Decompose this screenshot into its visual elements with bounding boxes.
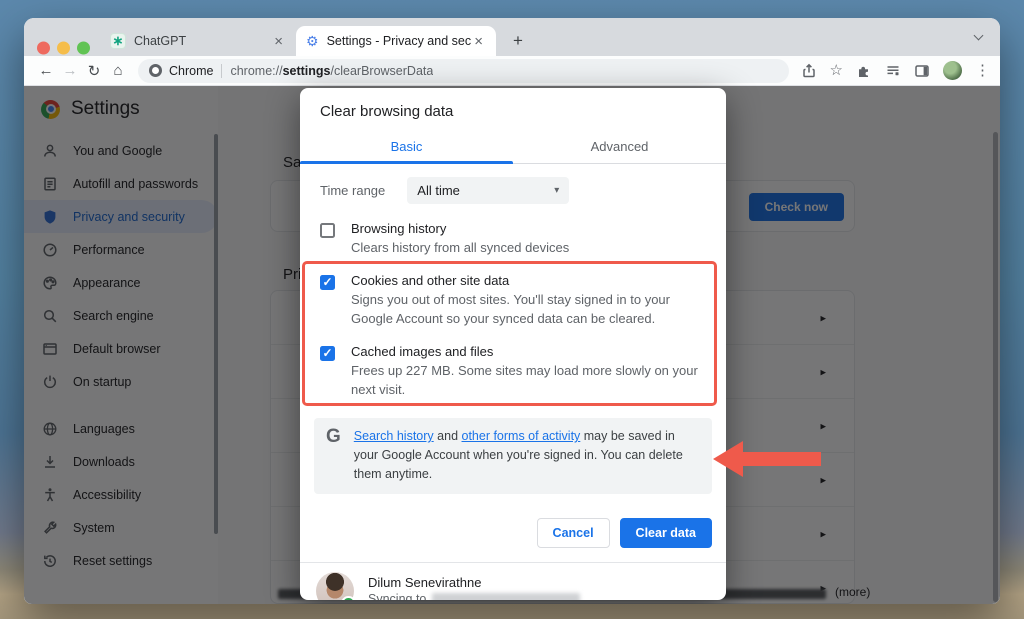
minimize-window-button[interactable]: [57, 42, 70, 55]
bookmark-star-icon[interactable]: ☆: [830, 63, 843, 78]
browser-toolbar: ← → ↻ ⌂ Chrome chrome://settings/clearBr…: [24, 56, 1000, 86]
close-icon[interactable]: ×: [271, 33, 286, 50]
checkbox-checked[interactable]: ✓: [320, 275, 335, 290]
google-g-icon: G: [326, 427, 341, 483]
tab-advanced[interactable]: Advanced: [513, 131, 726, 163]
option-browsing-history[interactable]: Browsing history Clears history from all…: [320, 212, 706, 264]
time-range-label: Time range: [320, 183, 385, 198]
time-range-select[interactable]: All time ▾: [407, 177, 569, 204]
close-window-button[interactable]: [37, 42, 50, 55]
account-name: Dilum Senevirathne: [368, 575, 580, 590]
tab-strip: ∗ ChatGPT × ⚙ Settings - Privacy and sec…: [24, 18, 1000, 56]
extensions-puzzle-icon[interactable]: [856, 63, 872, 79]
checkbox-unchecked[interactable]: [320, 223, 335, 238]
new-tab-button[interactable]: +: [504, 27, 532, 55]
page-content: Settings You and Google Autofill and pas…: [24, 86, 1000, 604]
close-icon[interactable]: ×: [471, 33, 486, 50]
chevron-down-icon: ▾: [554, 185, 559, 196]
browser-window: ∗ ChatGPT × ⚙ Settings - Privacy and sec…: [24, 18, 1000, 604]
side-panel-icon[interactable]: [914, 63, 930, 79]
tab-settings[interactable]: ⚙ Settings - Privacy and security ×: [296, 26, 496, 56]
clear-browsing-data-dialog: Clear browsing data Basic Advanced Time …: [300, 88, 726, 600]
highlighted-options-group: ✓ Cookies and other site data Signs you …: [320, 264, 706, 406]
tab-basic[interactable]: Basic: [300, 131, 513, 163]
forward-icon[interactable]: →: [58, 62, 82, 79]
clear-data-button[interactable]: Clear data: [620, 518, 712, 548]
search-history-link[interactable]: Search history: [354, 429, 434, 443]
address-bar[interactable]: Chrome chrome://settings/clearBrowserDat…: [138, 59, 789, 83]
google-account-note: G Search history and other forms of acti…: [314, 418, 712, 493]
option-cached-images[interactable]: ✓ Cached images and files Frees up 227 M…: [320, 335, 706, 406]
home-icon[interactable]: ⌂: [106, 62, 130, 79]
tab-title: ChatGPT: [134, 34, 271, 48]
blurred-email: [432, 593, 580, 600]
tab-title: Settings - Privacy and security: [327, 34, 472, 48]
tab-chatgpt[interactable]: ∗ ChatGPT ×: [100, 26, 296, 56]
profile-avatar[interactable]: [943, 61, 962, 80]
zoom-window-button[interactable]: [77, 42, 90, 55]
cancel-button[interactable]: Cancel: [537, 518, 610, 548]
back-icon[interactable]: ←: [34, 62, 58, 79]
account-section: ↻ Dilum Senevirathne Syncing to: [300, 562, 726, 600]
reload-icon[interactable]: ↻: [82, 62, 106, 80]
option-cookies[interactable]: ✓ Cookies and other site data Signs you …: [320, 264, 706, 335]
gear-icon: ⚙: [306, 34, 319, 48]
dialog-title: Clear browsing data: [300, 88, 726, 131]
checkbox-checked[interactable]: ✓: [320, 346, 335, 361]
share-icon[interactable]: [801, 63, 817, 79]
search-engine-label: Chrome: [169, 64, 213, 78]
other-forms-of-activity-link[interactable]: other forms of activity: [462, 429, 581, 443]
reading-list-icon[interactable]: [885, 63, 901, 79]
chatgpt-icon: ∗: [110, 33, 126, 49]
desktop-wallpaper: ∗ ChatGPT × ⚙ Settings - Privacy and sec…: [0, 0, 1024, 619]
syncing-to-label: Syncing to: [368, 592, 426, 600]
chrome-icon: [149, 64, 162, 77]
url-text: chrome://settings/clearBrowserData: [230, 64, 433, 78]
tab-search-chevron-icon[interactable]: [975, 32, 984, 41]
traffic-lights: [37, 42, 90, 55]
kebab-menu-icon[interactable]: ⋮: [975, 63, 990, 78]
dialog-tabs: Basic Advanced: [300, 131, 726, 164]
